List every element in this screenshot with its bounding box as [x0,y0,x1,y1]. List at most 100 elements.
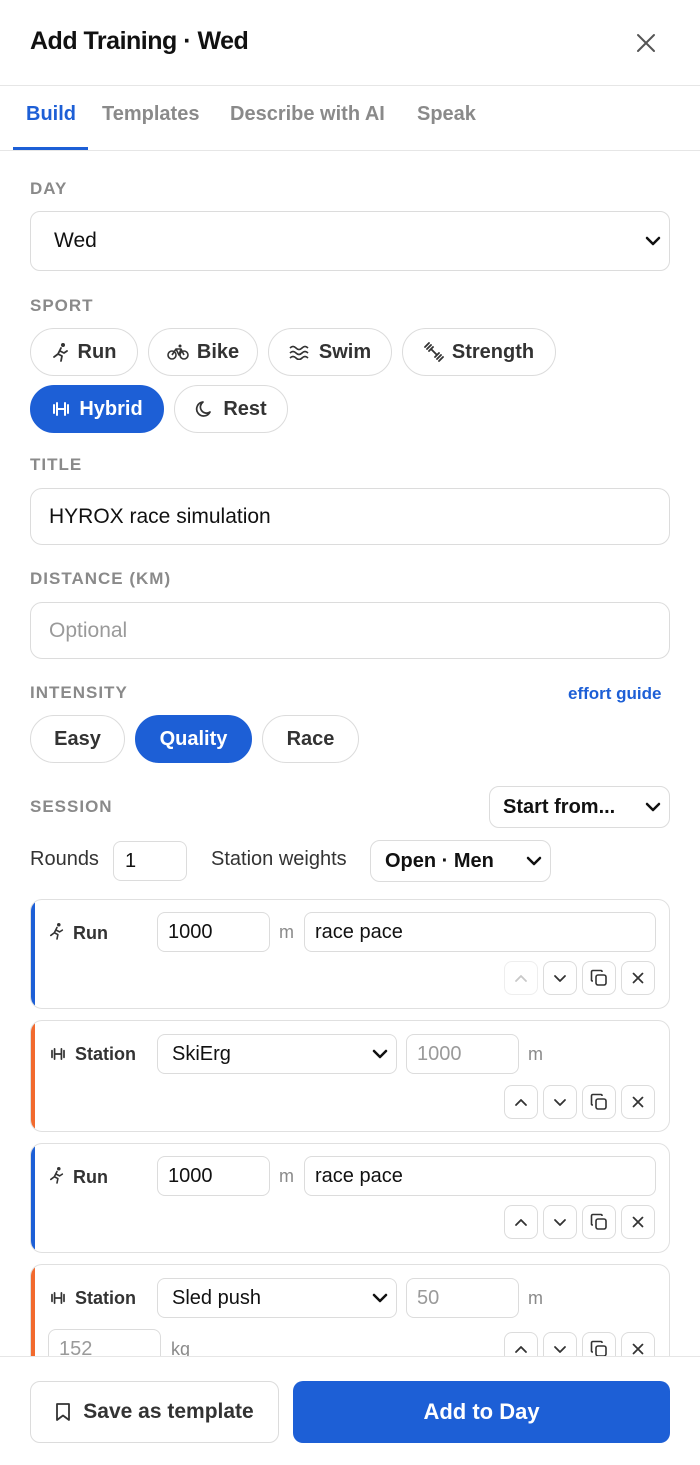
sport-bike-pill[interactable]: Bike [148,328,258,376]
modal-title: Add Training · Wed [30,27,249,55]
distance-input[interactable]: 1000 [157,1156,270,1196]
add-to-day-button[interactable]: Add to Day [293,1381,670,1443]
tab-templates[interactable]: Templates [102,103,199,126]
move-up-button[interactable] [504,961,538,995]
move-down-button[interactable] [543,1205,577,1239]
duplicate-button[interactable] [582,961,616,995]
step-card-run: Run 1000 m race pace [30,1143,670,1253]
station-select[interactable]: SkiErg [157,1034,397,1074]
step-kind-label: Run [73,1167,108,1187]
sport-swim-label: Swim [318,340,372,363]
step-card-station: Station SkiErg 1000 m [30,1020,670,1132]
sport-strength-pill[interactable]: Strength [402,328,556,376]
waves-icon [289,344,311,360]
station-weights-select[interactable]: Open · Men [370,840,551,882]
copy-icon [590,1340,607,1356]
duplicate-button[interactable] [582,1332,616,1356]
station-select[interactable]: Sled push [157,1278,397,1318]
sport-rest-label: Rest [223,397,267,420]
move-up-button[interactable] [504,1332,538,1356]
close-icon [632,1216,644,1228]
step-kind: Run [49,1166,108,1189]
step-kind-label: Run [73,923,108,943]
hybrid-icon [49,1288,67,1309]
duplicate-button[interactable] [582,1085,616,1119]
chevron-up-icon [515,974,527,982]
hybrid-icon [49,1044,67,1065]
close-icon [637,34,655,52]
move-down-button[interactable] [543,1332,577,1356]
save-as-template-button[interactable]: Save as template [30,1381,279,1443]
chevron-down-icon [372,1049,388,1059]
intensity-quality-pill[interactable]: Quality [135,715,252,763]
distance-input-placeholder: Optional [49,618,128,642]
day-label: DAY [30,179,68,198]
distance-input[interactable]: 1000 [157,912,270,952]
remove-button[interactable] [621,1332,655,1356]
duplicate-button[interactable] [582,1205,616,1239]
sport-hybrid-pill[interactable]: Hybrid [30,385,164,433]
copy-icon [590,969,607,986]
sport-rest-pill[interactable]: Rest [174,385,288,433]
effort-guide-link[interactable]: effort guide [568,684,662,704]
step-card-run: Run 1000 m race pace [30,899,670,1009]
distance-input[interactable]: Optional [30,602,670,659]
step-kind: Run [49,922,108,945]
note-input[interactable]: race pace [304,1156,656,1196]
title-input[interactable]: HYROX race simulation [30,488,670,545]
modal-body: Add Training · Wed Build Templates Descr… [0,0,700,1356]
tab-speak[interactable]: Speak [417,103,476,126]
chevron-down-icon [645,236,661,246]
title-input-value: HYROX race simulation [49,504,271,528]
station-value: SkiErg [172,1042,231,1065]
weight-input[interactable]: 152 [48,1329,161,1356]
sport-swim-pill[interactable]: Swim [268,328,392,376]
runner-icon [49,1166,65,1189]
copy-icon [590,1213,607,1230]
rounds-value: 1 [125,849,137,872]
bookmark-icon [56,1403,71,1421]
sport-hybrid-label: Hybrid [79,397,143,420]
day-select[interactable]: Wed [30,211,670,271]
intensity-easy-pill[interactable]: Easy [30,715,125,763]
run-step-bar [31,900,35,1008]
chevron-down-icon [554,1098,566,1106]
step-kind-label: Station [75,1044,136,1064]
dumbbell-icon [423,342,444,362]
station-weights-label: Station weights [211,848,347,870]
close-icon [632,972,644,984]
move-down-button[interactable] [543,1085,577,1119]
title-label: TITLE [30,455,83,474]
distance-unit: m [279,922,294,942]
add-to-day-label: Add to Day [423,1399,540,1424]
active-tab-indicator [13,147,88,150]
tab-describe-with-ai[interactable]: Describe with AI [230,103,385,126]
intensity-race-label: Race [286,727,335,750]
distance-input[interactable]: 50 [406,1278,519,1318]
distance-value: 1000 [168,1164,213,1187]
rounds-input[interactable]: 1 [113,841,187,881]
note-input[interactable]: race pace [304,912,656,952]
step-kind: Station [49,1044,136,1065]
distance-label: DISTANCE (KM) [30,569,172,588]
start-from-select[interactable]: Start from... [489,786,670,828]
remove-button[interactable] [621,961,655,995]
remove-button[interactable] [621,1205,655,1239]
intensity-race-pill[interactable]: Race [262,715,359,763]
note-value: race pace [315,920,403,943]
sport-run-pill[interactable]: Run [30,328,138,376]
distance-value: 1000 [168,920,213,943]
remove-button[interactable] [621,1085,655,1119]
weight-unit: kg [171,1339,191,1356]
move-down-button[interactable] [543,961,577,995]
chevron-down-icon [554,1345,566,1353]
distance-input[interactable]: 1000 [406,1034,519,1074]
step-card-station: Station Sled push 50 m 152 kg [30,1264,670,1356]
close-button[interactable] [628,25,664,61]
move-up-button[interactable] [504,1085,538,1119]
move-up-button[interactable] [504,1205,538,1239]
run-step-bar [31,1144,35,1252]
tab-build[interactable]: Build [26,103,76,126]
chevron-down-icon [554,974,566,982]
runner-icon [49,922,65,945]
